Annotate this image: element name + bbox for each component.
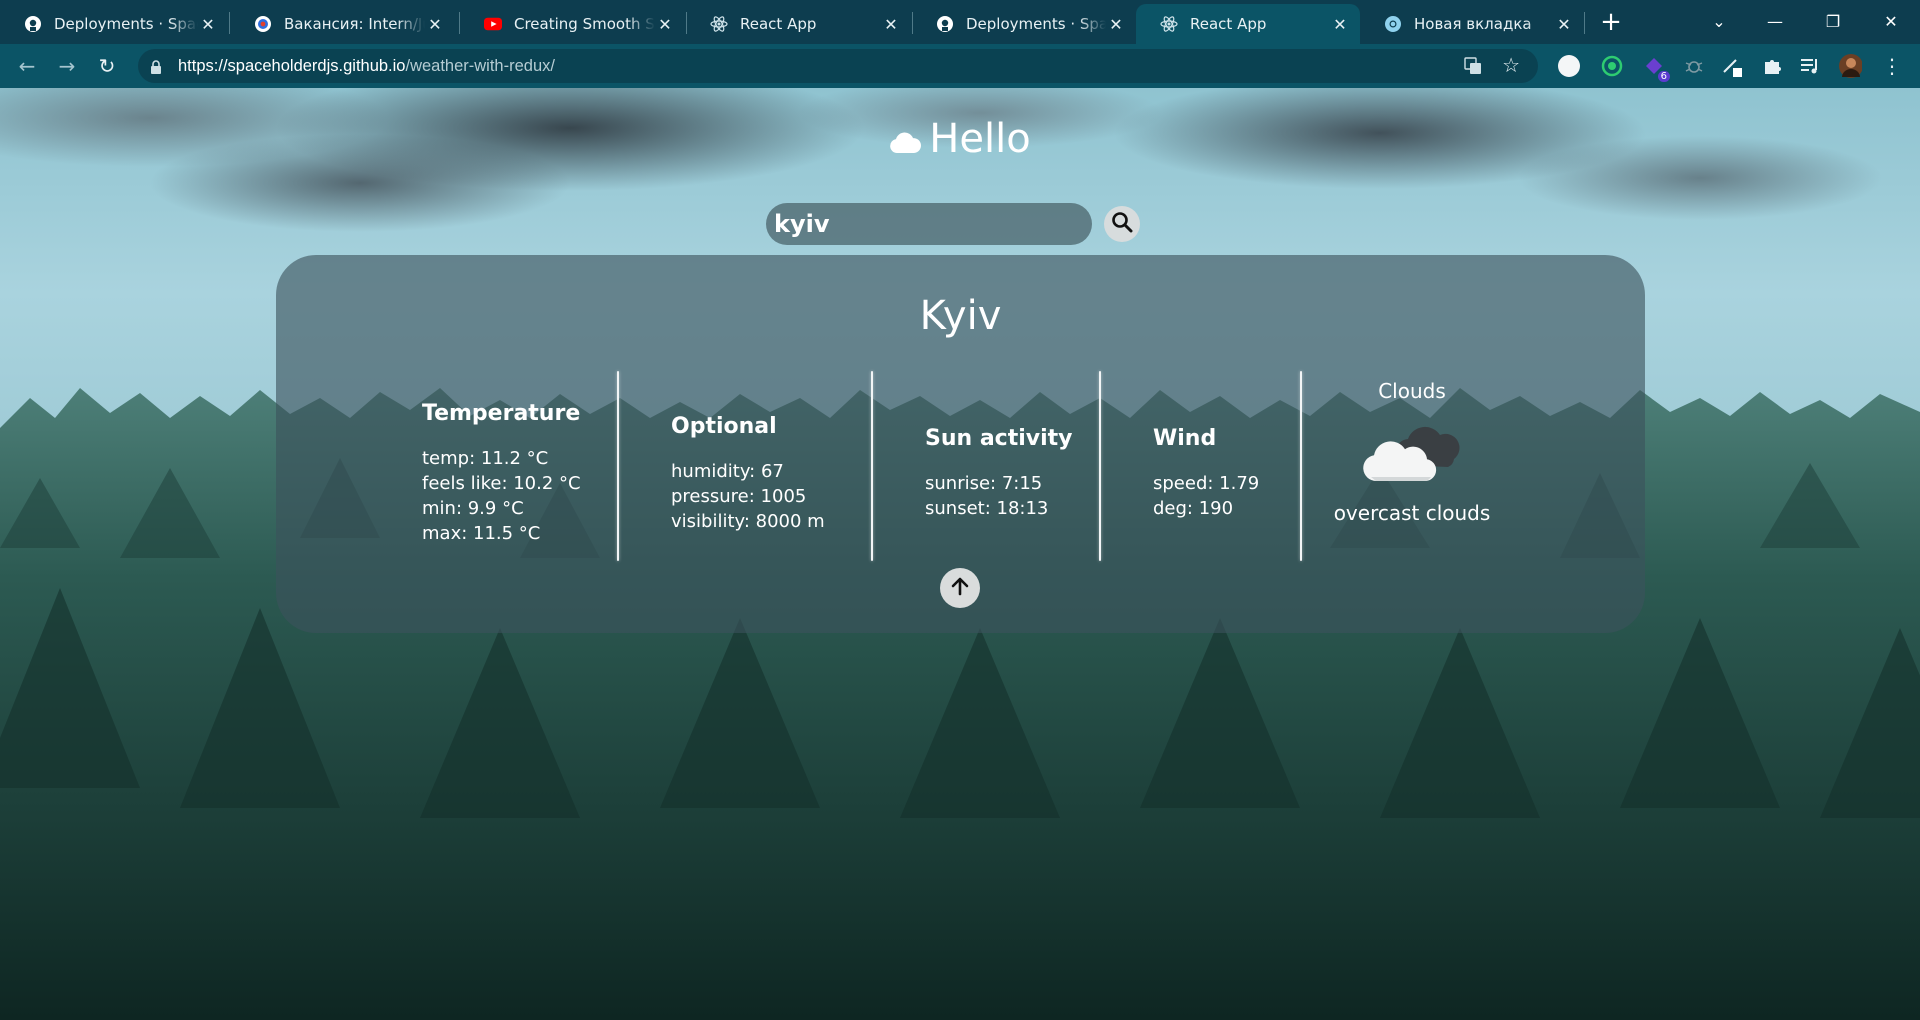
city-name: Kyiv [919, 293, 1002, 339]
react-icon [1160, 15, 1178, 33]
extension-white-circle-icon[interactable] [1557, 54, 1581, 78]
url-text: https://spaceholderdjs.github.io/weather… [178, 57, 555, 75]
search-button[interactable] [1104, 206, 1140, 242]
close-icon[interactable]: ✕ [425, 15, 445, 34]
tab-vacancy[interactable]: Вакансия: Intern/Junior ✕ [230, 4, 455, 44]
app-title: Hello [929, 116, 1031, 162]
extension-purple-icon[interactable]: 6 [1642, 54, 1670, 82]
extensions-puzzle-icon[interactable] [1760, 54, 1784, 78]
translate-icon[interactable] [1464, 57, 1482, 79]
menu-kebab-icon[interactable]: ⋮ [1880, 54, 1904, 78]
chrome-icon [1384, 15, 1402, 33]
extension-pen-icon[interactable] [1720, 54, 1744, 78]
tab-title: Creating Smooth Scrolling [514, 15, 655, 33]
divider [617, 371, 619, 561]
temperature-heading: Temperature [422, 401, 581, 426]
tab-title: Новая вкладка [1414, 15, 1532, 33]
search-icon [1111, 211, 1133, 237]
tab-title: React App [1190, 15, 1267, 33]
tab-deployments-2[interactable]: Deployments · SpaceholderDJS ✕ [912, 4, 1136, 44]
sun-activity-heading: Sun activity [925, 426, 1073, 451]
tab-new[interactable]: Новая вкладка ✕ [1360, 4, 1584, 44]
pressure-value: pressure: 1005 [671, 486, 807, 507]
new-tab-button[interactable]: + [1596, 8, 1626, 38]
lock-icon [150, 59, 162, 78]
wind-deg-value: deg: 190 [1153, 498, 1234, 519]
optional-heading: Optional [671, 414, 777, 439]
youtube-icon [484, 15, 502, 33]
visibility-value: visibility: 8000 m [671, 511, 825, 532]
extension-green-ring-icon[interactable] [1600, 54, 1624, 78]
temperature-section: Temperature temp: 11.2 °C feels like: 10… [422, 401, 581, 546]
extension-badge: 6 [1657, 71, 1670, 82]
tab-strip: Deployments · SpaceholderDJS ✕ Вакансия:… [0, 0, 1920, 44]
feels-like-value: feels like: 10.2 °C [422, 473, 581, 494]
close-icon[interactable]: ✕ [1106, 15, 1126, 34]
weather-description: overcast clouds [1333, 501, 1491, 525]
forward-arrow-icon[interactable]: → [54, 53, 80, 79]
cloud-icon [889, 118, 922, 164]
address-bar[interactable]: https://spaceholderdjs.github.io/weather… [138, 49, 1538, 83]
divider [871, 371, 873, 561]
search-bar [766, 203, 1140, 245]
close-icon[interactable]: ✕ [881, 15, 901, 34]
browser-toolbar: ← → ↻ https://spaceholderdjs.github.io/w… [0, 44, 1920, 88]
sunset-value: sunset: 18:13 [925, 498, 1049, 519]
wind-speed-value: speed: 1.79 [1153, 473, 1260, 494]
minimize-button[interactable]: — [1752, 6, 1798, 38]
wind-section: Wind speed: 1.79 deg: 190 [1153, 426, 1259, 521]
scroll-up-button[interactable] [940, 568, 980, 608]
tab-title: Вакансия: Intern/Junior [284, 15, 425, 33]
weather-condition-section: Clouds overcast clouds [1312, 379, 1512, 525]
divider [1099, 371, 1101, 561]
search-input[interactable] [766, 203, 1092, 245]
overcast-clouds-icon [1362, 417, 1462, 487]
tab-youtube[interactable]: Creating Smooth Scrolling ✕ [460, 4, 685, 44]
weather-page: Hello Kyiv Temperature temp: 11.2 °C fee… [0, 88, 1920, 1020]
github-icon [936, 15, 954, 33]
arrow-up-icon [949, 575, 971, 601]
tab-react-1[interactable]: React App ✕ [686, 4, 911, 44]
close-icon[interactable]: ✕ [1554, 15, 1574, 34]
extension-bug-icon[interactable] [1682, 54, 1706, 78]
close-icon[interactable]: ✕ [655, 15, 675, 34]
wind-heading: Wind [1153, 426, 1217, 451]
tab-title: React App [740, 15, 817, 33]
back-arrow-icon[interactable]: ← [14, 53, 40, 79]
tab-search-chevron-icon[interactable]: ⌄ [1696, 6, 1742, 38]
weather-main: Clouds [1378, 379, 1446, 403]
react-icon [710, 15, 728, 33]
sunrise-value: sunrise: 7:15 [925, 473, 1043, 494]
tab-title: Deployments · SpaceholderDJS [54, 15, 198, 33]
close-icon[interactable]: ✕ [198, 15, 218, 34]
humidity-value: humidity: 67 [671, 461, 784, 482]
app-header: Hello [0, 116, 1920, 164]
tab-react-active[interactable]: React App ✕ [1136, 4, 1360, 44]
max-temp-value: max: 11.5 °C [422, 523, 541, 544]
min-temp-value: min: 9.9 °C [422, 498, 524, 519]
tab-deployments-1[interactable]: Deployments · SpaceholderDJS ✕ [0, 4, 228, 44]
reload-icon[interactable]: ↻ [94, 53, 120, 79]
optional-section: Optional humidity: 67 pressure: 1005 vis… [671, 414, 825, 534]
hh-icon [254, 15, 272, 33]
tab-title: Deployments · SpaceholderDJS [966, 15, 1106, 33]
bookmark-star-icon[interactable]: ☆ [1502, 53, 1520, 77]
github-icon [24, 15, 42, 33]
avatar[interactable] [1838, 54, 1862, 78]
temp-value: temp: 11.2 °C [422, 448, 549, 469]
media-playlist-icon[interactable] [1798, 54, 1822, 78]
close-icon[interactable]: ✕ [1330, 15, 1350, 34]
divider [1300, 371, 1302, 561]
close-window-button[interactable]: ✕ [1868, 6, 1914, 38]
weather-card: Kyiv Temperature temp: 11.2 °C feels lik… [276, 255, 1645, 633]
sun-activity-section: Sun activity sunrise: 7:15 sunset: 18:13 [925, 426, 1073, 521]
restore-button[interactable]: ❐ [1810, 6, 1856, 38]
